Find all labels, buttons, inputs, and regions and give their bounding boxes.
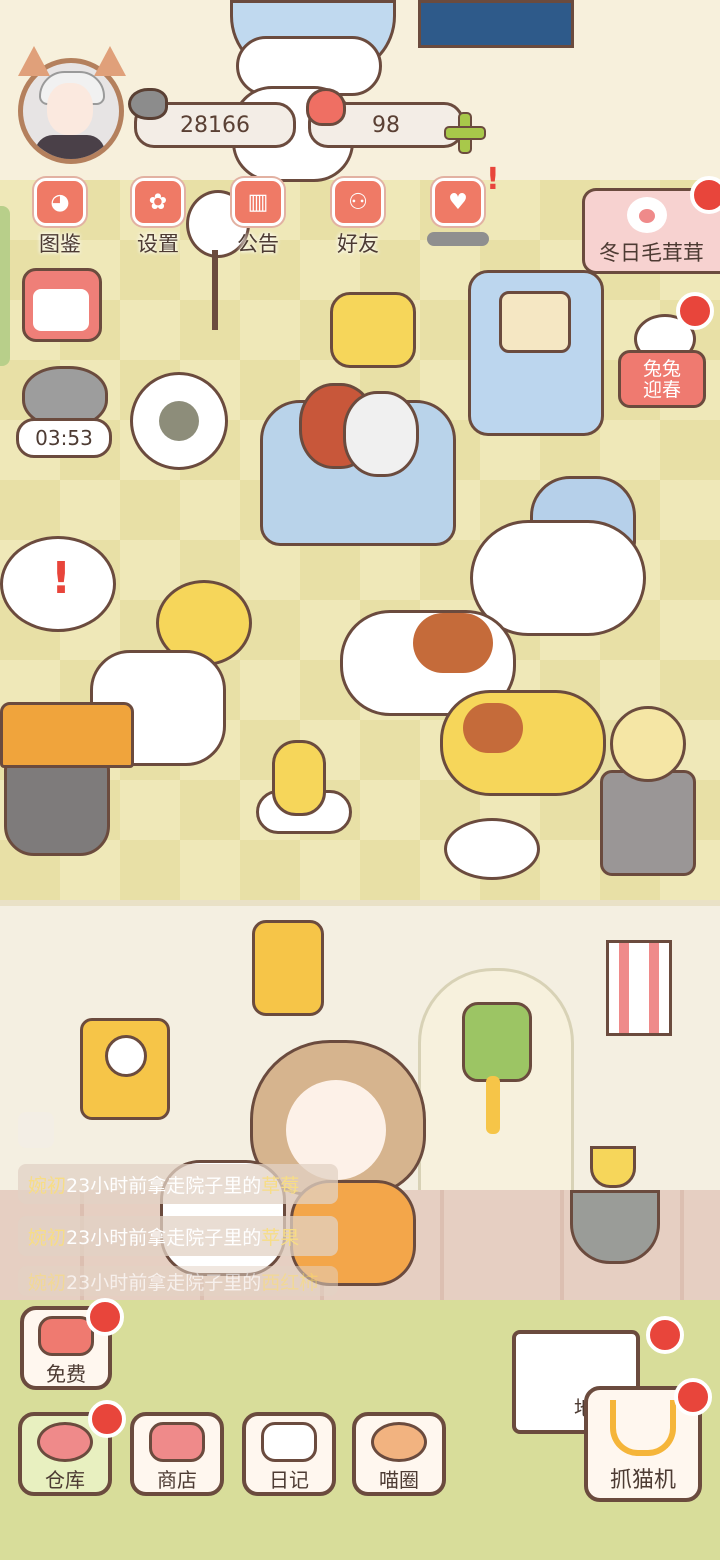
white-owl-plush <box>343 391 419 477</box>
add-hearts-button[interactable] <box>444 112 486 154</box>
shop-icon <box>149 1422 205 1462</box>
collection-button[interactable]: ◕ 图鉴 <box>20 178 100 258</box>
friends-label: 好友 <box>337 232 379 256</box>
frog-charm <box>462 1002 532 1082</box>
rabbit-event-label-2: 迎春 <box>642 379 681 401</box>
fish-coin-icon <box>128 88 168 120</box>
pencil-icon <box>33 289 89 331</box>
banner-notify-dot <box>690 176 720 214</box>
cat-planet-icon <box>371 1422 427 1462</box>
calico-cat-bed[interactable] <box>440 690 606 796</box>
crown-hat <box>0 702 134 768</box>
heart-value: 98 <box>372 112 400 138</box>
alert-bubble[interactable]: ! <box>0 536 116 632</box>
avatar-ear-left <box>18 46 50 76</box>
friends-button[interactable]: ⚇ 好友 <box>318 178 398 258</box>
warehouse-label: 仓库 <box>45 1468 85 1492</box>
rabbit-event-label-1: 兔兔 <box>642 358 681 380</box>
free-notify-dot <box>86 1298 124 1336</box>
window-curtain <box>418 0 574 48</box>
stove <box>600 770 696 876</box>
cat-face-icon: ◕ <box>34 178 86 226</box>
chat-line: 婉初 23小时前拿走院子里的 草莓 <box>18 1164 338 1204</box>
timer-value: 03:53 <box>35 426 93 450</box>
warehouse-icon <box>37 1422 93 1462</box>
chat-line: 婉初 23小时前拿走院子里的 西红柿 <box>18 1266 338 1296</box>
shop-label: 商店 <box>157 1468 197 1492</box>
charm-tassel <box>486 1076 500 1134</box>
rabbit-notify-dot <box>676 292 714 330</box>
claw-notify-dot <box>674 1378 712 1416</box>
striped-couch <box>260 383 456 546</box>
shop-button[interactable]: 商店 <box>130 1412 224 1496</box>
duck-float <box>256 740 352 834</box>
exclamation-icon: ! <box>51 553 72 604</box>
diary-button[interactable]: 日记 <box>242 1412 336 1496</box>
hand-fan <box>444 818 540 880</box>
tulip <box>590 1146 636 1188</box>
kettle <box>610 706 686 782</box>
sign-notify-dot <box>646 1316 684 1354</box>
coin-value: 28166 <box>180 112 250 138</box>
warehouse-notify-dot <box>88 1400 126 1438</box>
free-label: 免费 <box>46 1362 86 1386</box>
cloud-bed <box>470 520 646 636</box>
wall-phone[interactable] <box>80 1018 170 1120</box>
arcade-machine <box>468 270 604 436</box>
paw-icon <box>627 197 667 233</box>
cat-circle-button[interactable]: 喵圈 <box>352 1412 446 1496</box>
calendar-button[interactable] <box>22 268 102 342</box>
paw-flag <box>606 940 672 1036</box>
diary-label: 日记 <box>269 1468 309 1492</box>
flower-pot <box>570 1190 660 1264</box>
chat-toggle-icon[interactable] <box>18 1112 54 1148</box>
gift-icon: ▥ <box>232 178 284 226</box>
diary-icon <box>261 1422 317 1462</box>
lantern <box>252 920 324 1016</box>
side-drawer-handle[interactable] <box>0 206 10 366</box>
timer-badge: 03:53 <box>16 418 112 458</box>
heart-gift-icon <box>38 1316 94 1356</box>
cat-circle-label: 喵圈 <box>379 1468 419 1492</box>
hearts-alert-icon: ! <box>486 162 500 197</box>
avatar-ear-right <box>94 46 126 76</box>
heart-icon <box>306 88 346 126</box>
announcement-button[interactable]: ▥ 公告 <box>218 178 298 258</box>
hearts-progress-bar <box>427 232 489 246</box>
settings-button[interactable]: ✿ 设置 <box>118 178 198 258</box>
claw-icon <box>610 1400 676 1456</box>
settings-label: 设置 <box>137 232 179 256</box>
yellow-pillow <box>330 292 416 368</box>
chat-line: 婉初 23小时前拿走院子里的 苹果 <box>18 1216 338 1256</box>
friends-icon: ⚇ <box>332 178 384 226</box>
hearts-icon: ♥ <box>432 178 484 226</box>
event-banner-label: 冬日毛茸茸 <box>599 241 704 265</box>
electric-fan <box>130 372 228 470</box>
collection-label: 图鉴 <box>39 232 81 256</box>
claw-machine-label: 抓猫机 <box>609 1468 676 1493</box>
announcement-label: 公告 <box>237 232 279 256</box>
gear-icon: ✿ <box>132 178 184 226</box>
